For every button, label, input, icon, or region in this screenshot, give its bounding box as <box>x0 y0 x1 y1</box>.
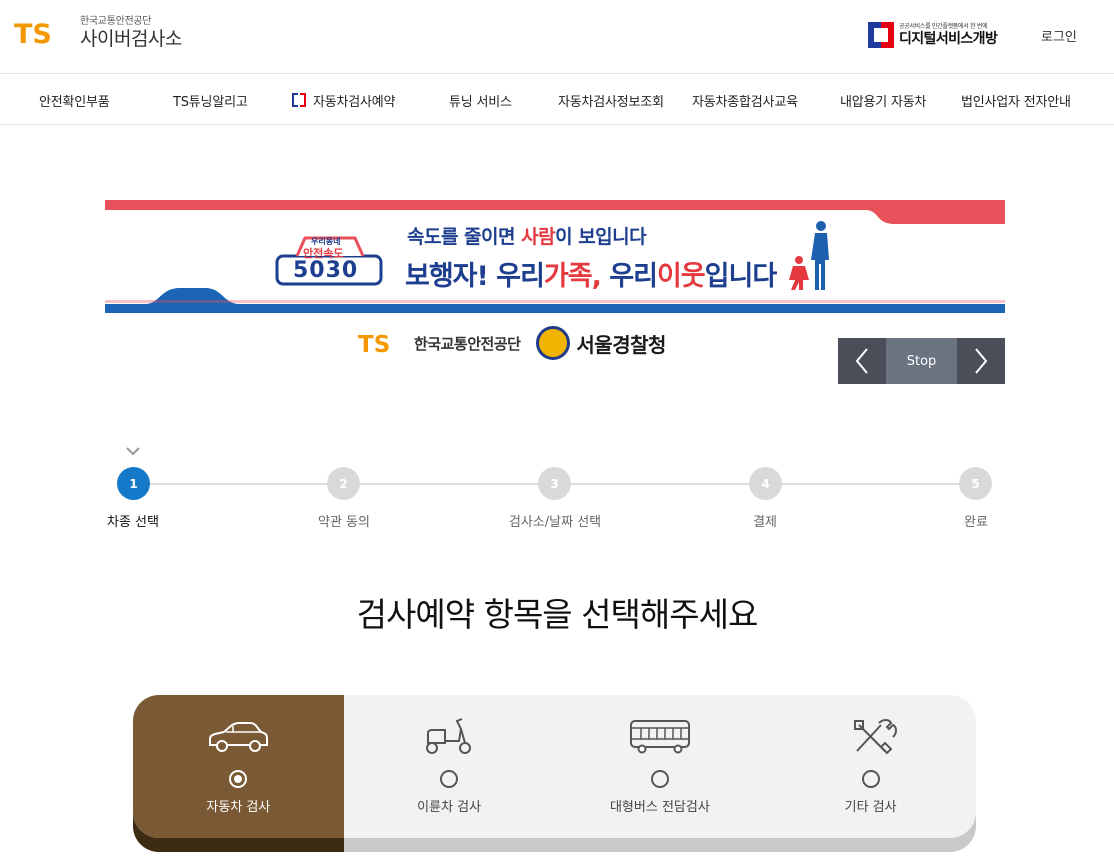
digital-service-logo[interactable]: 공공서비스를 민간플랫폼에서 한 번에 디지털서비스개방 <box>868 22 998 48</box>
nav-item-inspection-education[interactable]: 자동차종합검사교육 <box>692 91 798 110</box>
pedestrian-illustration <box>783 220 843 292</box>
motorcycle-inspection-radio[interactable] <box>440 770 459 788</box>
org-name: 한국교통안전공단 <box>80 16 152 27</box>
nav-item-corporate-guide[interactable]: 법인사업자 전자안내 <box>961 91 1071 110</box>
step-4-label: 결제 <box>753 515 777 530</box>
car-inspection-radio[interactable] <box>229 770 248 788</box>
option-label: 이륜차 검사 <box>417 800 482 815</box>
step-1-label: 차종 선택 <box>107 515 159 530</box>
option-bus-inspection[interactable]: 대형버스 전담검사 <box>555 695 766 838</box>
chevron-right-icon <box>975 348 988 374</box>
scooter-icon <box>426 718 472 754</box>
badge-number: 5030 <box>293 258 359 283</box>
banner-partners: TS 한국교통안전공단 서울경찰청 <box>358 326 666 360</box>
nav-item-tuning-alert[interactable]: TS튜닝알리고 <box>173 91 248 110</box>
digital-service-icon <box>868 22 894 48</box>
step-2-label: 약관 동의 <box>318 515 370 530</box>
option-motorcycle-inspection[interactable]: 이륜차 검사 <box>344 695 555 838</box>
step-1-indicator: 1 <box>117 467 150 500</box>
other-inspection-radio[interactable] <box>861 770 880 788</box>
banner-headline-1: 속도를 줄이면 사람이 보입니다 <box>407 226 647 248</box>
ts-logo-icon: TS <box>14 17 68 50</box>
bus-icon <box>629 720 690 754</box>
nav-item-label: 자동차검사예약 <box>313 95 396 110</box>
option-other-inspection[interactable]: 기타 검사 <box>765 695 976 838</box>
option-label: 대형버스 전담검사 <box>609 800 710 815</box>
svg-text:TS: TS <box>14 19 52 49</box>
site-name: 사이버검사소 <box>80 28 182 50</box>
nav-item-inspection-info[interactable]: 자동차검사정보조회 <box>558 91 664 110</box>
ts-partner-icon: TS <box>358 332 390 355</box>
svg-text:TS: TS <box>358 332 390 355</box>
digital-service-name: 디지털서비스개방 <box>899 30 998 47</box>
nav-item-inspection-reservation[interactable]: 자동차검사예약 <box>291 91 396 110</box>
nav-item-pressure-vessel[interactable]: 내압용기 자동차 <box>840 91 926 110</box>
bus-inspection-radio[interactable] <box>650 770 669 788</box>
page-title: 검사예약 항목을 선택해주세요 <box>356 595 759 634</box>
reservation-icon <box>291 92 307 108</box>
step-5-label: 완료 <box>964 515 988 530</box>
safe-speed-5030-badge: 우리동네 안전속도 5030 <box>275 230 385 286</box>
option-car-inspection[interactable]: 자동차 검사 <box>133 695 344 838</box>
step-2-indicator: 2 <box>327 467 360 500</box>
nav-item-safety-parts[interactable]: 안전확인부품 <box>39 91 110 110</box>
login-link[interactable]: 로그인 <box>1041 26 1077 45</box>
slider-stop-button[interactable]: Stop <box>886 338 957 384</box>
current-step-check-icon <box>126 447 140 456</box>
banner-slider-controls: Stop <box>838 338 1005 384</box>
inspection-type-options: 자동차 검사 이륜차 검사 대형버스 전담검사 기타 검사 <box>133 695 976 838</box>
main-navigation: 안전확인부품 TS튜닝알리고 자동차검사예약 튜닝 서비스 자동차검사정보조회 … <box>0 74 1114 125</box>
slider-prev-button[interactable] <box>838 338 886 384</box>
step-3-label: 검사소/날짜 선택 <box>508 515 602 530</box>
tools-icon <box>853 719 897 755</box>
option-label: 자동차 검사 <box>206 800 271 815</box>
step-4-indicator: 4 <box>749 467 782 500</box>
police-emblem-icon <box>536 326 571 360</box>
slider-next-button[interactable] <box>957 338 1005 384</box>
step-5-indicator: 5 <box>959 467 992 500</box>
partner-police-name: 서울경찰청 <box>576 332 666 357</box>
car-icon <box>209 722 269 752</box>
digital-service-tagline: 공공서비스를 민간플랫폼에서 한 번에 <box>899 22 988 30</box>
nav-item-tuning-service[interactable]: 튜닝 서비스 <box>449 91 512 110</box>
site-logo[interactable]: TS 한국교통안전공단 사이버검사소 <box>14 16 182 50</box>
site-header: TS 한국교통안전공단 사이버검사소 공공서비스를 민간플랫폼에서 한 번에 디… <box>0 0 1114 74</box>
partner-ts-name: 한국교통안전공단 <box>414 334 521 353</box>
chevron-left-icon <box>855 348 868 374</box>
banner-headline-2: 보행자! 우리가족, 우리이웃입니다 <box>405 261 777 292</box>
option-label: 기타 검사 <box>844 800 897 815</box>
promo-banner[interactable]: 우리동네 안전속도 5030 속도를 줄이면 사람이 보입니다 보행자! 우리가… <box>105 200 1005 313</box>
step-3-indicator: 3 <box>538 467 571 500</box>
